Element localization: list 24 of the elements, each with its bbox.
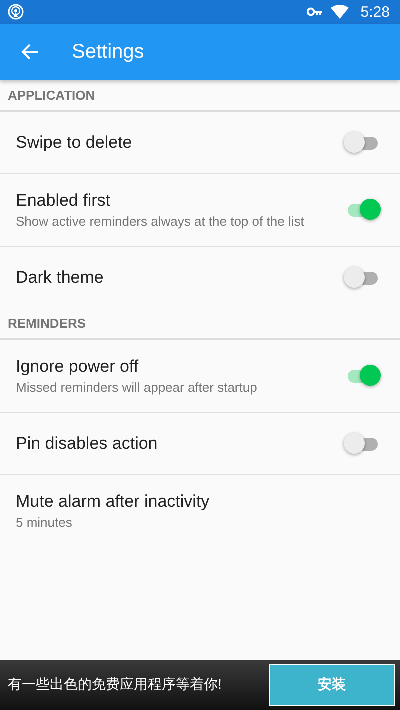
setting-title: Enabled first [16,190,112,210]
settings-row[interactable]: Ignore power off Missed reminders will appear after startup [0,340,400,412]
setting-title: Swipe to delete [16,132,134,152]
clock: 5:28 [360,4,390,20]
setting-title: Dark theme [16,268,105,288]
key-icon [306,7,323,17]
broadcast-icon [8,4,24,20]
back-arrow-icon [21,43,39,61]
settings-row[interactable]: Mute alarm after inactivity 5 minutes [0,474,400,547]
wifi-icon [330,5,349,19]
settings-row[interactable]: Dark theme [0,246,400,308]
setting-title: Ignore power off [16,356,140,376]
setting-title: Mute alarm after inactivity [16,492,211,512]
setting-title: Pin disables action [16,434,159,454]
ad-text: 有一些出色的免费应用程序等着你! [8,676,223,694]
settings-row[interactable]: Swipe to delete [0,112,400,173]
section-title: REMINDERS [8,316,86,330]
settings-row[interactable]: Enabled first Show active reminders always at the top of the list [0,173,400,246]
section-title: APPLICATION [8,88,96,102]
setting-summary: Missed reminders will appear after startup [16,380,258,396]
screen-title: Settings [72,40,144,64]
settings-row[interactable]: Pin disables action [0,412,400,474]
setting-summary: 5 minutes [16,514,74,530]
setting-summary: Show active reminders always at the top of the list [16,214,306,230]
